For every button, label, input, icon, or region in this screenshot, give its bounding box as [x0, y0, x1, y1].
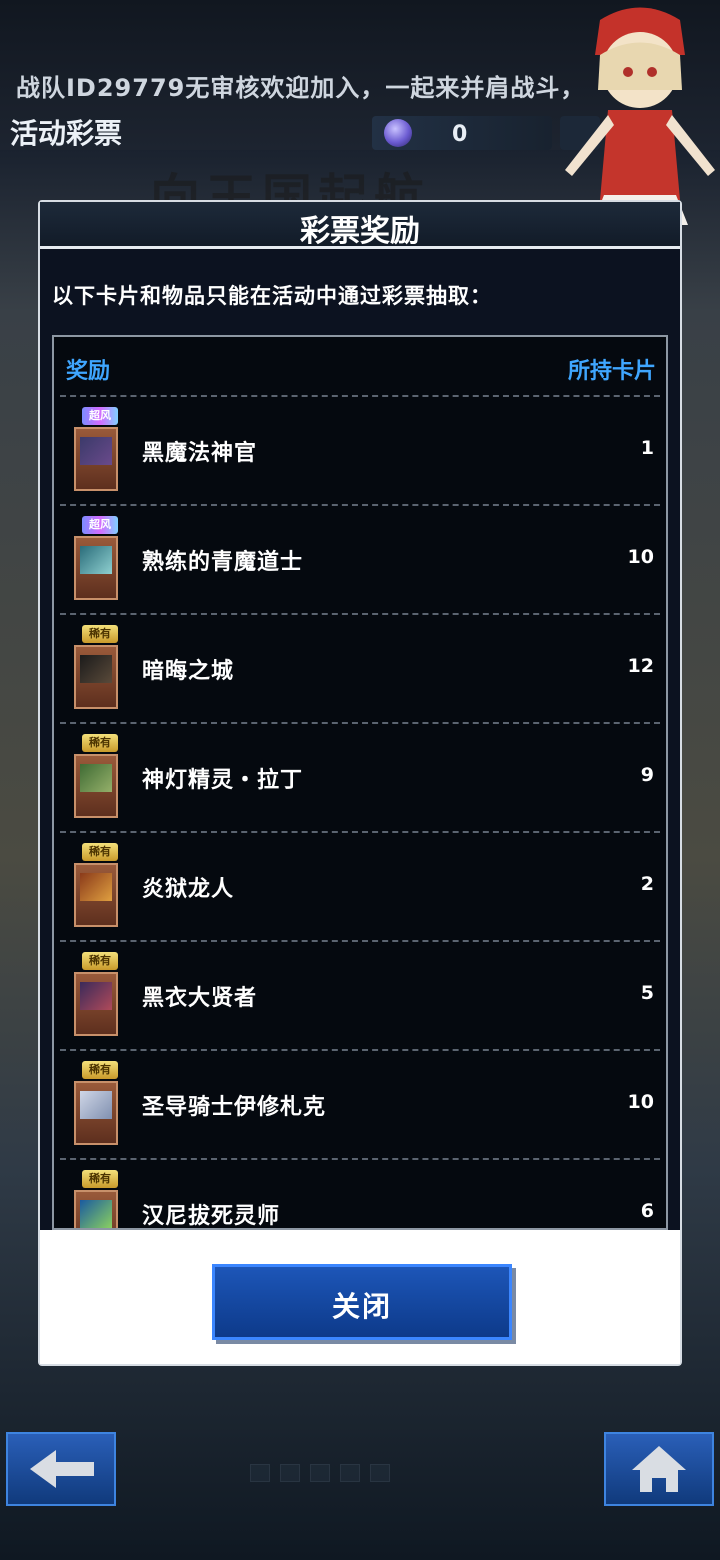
card-thumbnail[interactable] [74, 972, 118, 1036]
card-name: 炎狱龙人 [142, 877, 235, 902]
reward-row[interactable]: 稀有 汉尼拔死灵师 6 [60, 1158, 660, 1229]
currency-value: 0 [452, 122, 468, 147]
orb-icon [384, 119, 412, 147]
rarity-badge: 稀有 [82, 734, 118, 752]
reward-row[interactable]: 超风 黑魔法神官 1 [60, 395, 660, 504]
reward-row[interactable]: 超风 熟练的青魔道士 10 [60, 504, 660, 613]
column-header-owned: 所持卡片 [567, 359, 656, 384]
close-button[interactable]: 关闭 [212, 1264, 512, 1340]
card-thumbnail[interactable] [74, 427, 118, 491]
card-thumbnail[interactable] [74, 536, 118, 600]
card-name: 黑衣大贤者 [142, 986, 258, 1011]
card-thumbnail[interactable] [74, 1190, 118, 1228]
card-thumbnail[interactable] [74, 1081, 118, 1145]
owned-count: 6 [640, 1200, 654, 1222]
card-name: 圣导骑士伊修札克 [142, 1095, 327, 1120]
rarity-badge: 超风 [82, 407, 118, 425]
reward-list[interactable]: 奖励 所持卡片 超风 黑魔法神官 1 超风 熟练的青魔道士 10 稀有 暗晦之城… [52, 335, 668, 1230]
rarity-badge: 稀有 [82, 1061, 118, 1079]
column-header-reward: 奖励 [66, 359, 111, 384]
announcement-marquee: 战队ID29779无审核欢迎加入，一起来并肩战斗， [16, 74, 586, 102]
dialog-intro-text: 以下卡片和物品只能在活动中通过彩票抽取： [52, 284, 492, 308]
card-name: 神灯精灵・拉丁 [142, 768, 304, 793]
card-name: 黑魔法神官 [142, 441, 258, 466]
reward-row[interactable]: 稀有 神灯精灵・拉丁 9 [60, 722, 660, 831]
arrow-left-icon [30, 1450, 94, 1488]
reward-row[interactable]: 稀有 炎狱龙人 2 [60, 831, 660, 940]
owned-count: 5 [640, 982, 654, 1004]
rarity-badge: 超风 [82, 516, 118, 534]
back-button[interactable] [6, 1432, 116, 1506]
reward-row[interactable]: 稀有 暗晦之城 12 [60, 613, 660, 722]
card-thumbnail[interactable] [74, 754, 118, 818]
rarity-badge: 稀有 [82, 625, 118, 643]
card-name: 暗晦之城 [142, 659, 235, 684]
owned-count: 9 [640, 764, 654, 786]
page-indicator [250, 1464, 390, 1482]
owned-count: 1 [640, 437, 654, 459]
owned-count: 10 [627, 546, 654, 568]
currency-counter: 0 [372, 116, 552, 150]
card-thumbnail[interactable] [74, 863, 118, 927]
rarity-badge: 稀有 [82, 1170, 118, 1188]
reward-row[interactable]: 稀有 圣导骑士伊修札克 10 [60, 1049, 660, 1158]
reward-row[interactable]: 稀有 黑衣大贤者 5 [60, 940, 660, 1049]
owned-count: 10 [627, 1091, 654, 1113]
rarity-badge: 稀有 [82, 952, 118, 970]
card-thumbnail[interactable] [74, 645, 118, 709]
close-button-label: 关闭 [331, 1290, 392, 1323]
page-title: 活动彩票 [10, 117, 123, 150]
card-name: 熟练的青魔道士 [142, 550, 304, 575]
dialog-footer: 关闭 [40, 1230, 680, 1364]
home-icon [632, 1446, 686, 1492]
owned-count: 2 [640, 873, 654, 895]
reward-rows: 超风 黑魔法神官 1 超风 熟练的青魔道士 10 稀有 暗晦之城 12 稀有 神… [60, 395, 660, 1229]
card-name: 汉尼拔死灵师 [142, 1204, 281, 1229]
owned-count: 12 [627, 655, 654, 677]
dialog-title: 彩票奖励 [300, 214, 420, 249]
home-button[interactable] [604, 1432, 714, 1506]
dialog-header: 彩票奖励 [40, 202, 680, 249]
rarity-badge: 稀有 [82, 843, 118, 861]
lottery-reward-dialog: 彩票奖励 以下卡片和物品只能在活动中通过彩票抽取： 奖励 所持卡片 超风 黑魔法… [38, 200, 682, 1366]
